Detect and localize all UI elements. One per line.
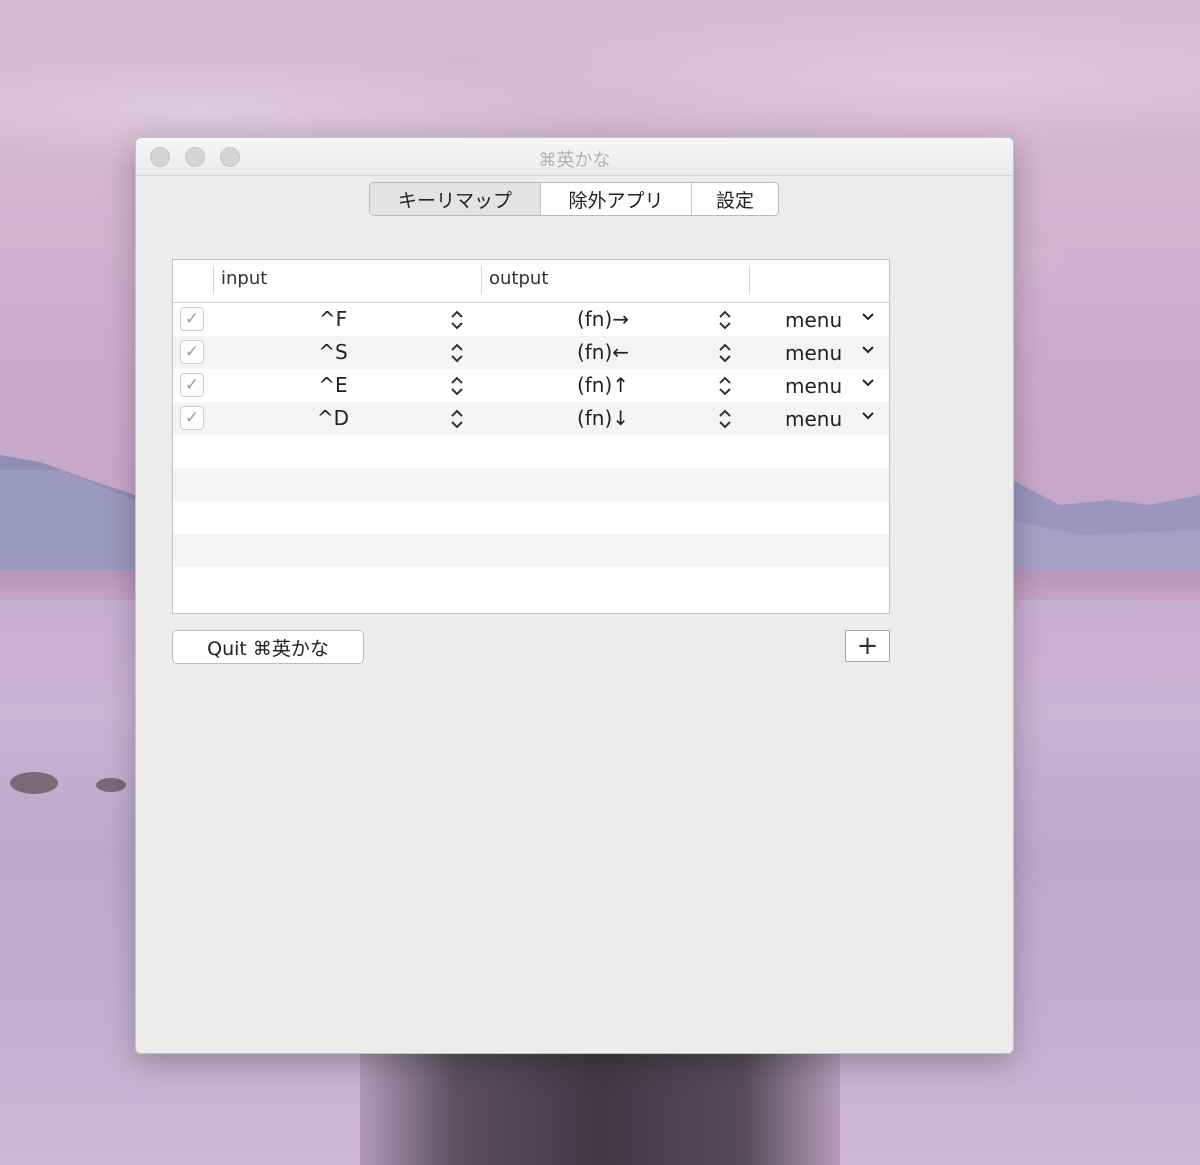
- wallpaper-rock: [96, 778, 126, 792]
- tab-excluded-apps[interactable]: 除外アプリ: [541, 183, 692, 215]
- add-row-button[interactable]: +: [845, 630, 890, 662]
- input-key: ^D: [316, 406, 350, 430]
- table-row: ✓ ^D (fn)↓ menu: [173, 402, 889, 435]
- enable-checkbox[interactable]: ✓: [180, 307, 204, 331]
- output-stepper-icon[interactable]: [718, 340, 732, 366]
- output-stepper-icon[interactable]: [718, 307, 732, 333]
- remap-table: input output ✓ ^F (fn)→ menu ✓ ^S (fn)← …: [172, 259, 890, 614]
- input-stepper-icon[interactable]: [450, 340, 464, 366]
- input-key: ^F: [318, 307, 348, 331]
- output-stepper-icon[interactable]: [718, 373, 732, 399]
- plus-icon: +: [856, 631, 879, 661]
- column-divider: [213, 266, 214, 294]
- empty-row: [173, 435, 889, 468]
- output-stepper-icon[interactable]: [718, 406, 732, 432]
- table-row: ✓ ^F (fn)→ menu: [173, 303, 889, 336]
- enable-checkbox[interactable]: ✓: [180, 406, 204, 430]
- empty-row: [173, 501, 889, 534]
- menu-popup-label[interactable]: menu: [785, 374, 842, 398]
- table-row: ✓ ^E (fn)↑ menu: [173, 369, 889, 402]
- checkmark-icon: ✓: [184, 375, 200, 395]
- column-divider: [481, 266, 482, 294]
- menu-popup-label[interactable]: menu: [785, 341, 842, 365]
- table-row: ✓ ^S (fn)← menu: [173, 336, 889, 369]
- input-stepper-icon[interactable]: [450, 373, 464, 399]
- enable-checkbox[interactable]: ✓: [180, 340, 204, 364]
- wallpaper-rock: [10, 772, 58, 794]
- column-divider: [749, 266, 750, 294]
- chevron-down-icon[interactable]: [861, 344, 875, 356]
- window-title: ⌘英かな: [538, 150, 611, 171]
- tab-key-remap[interactable]: キーリマップ: [370, 183, 541, 215]
- title-bar[interactable]: ⌘英かな: [136, 138, 1013, 176]
- table-header: input output: [173, 260, 889, 303]
- checkmark-icon: ✓: [184, 309, 200, 329]
- chevron-down-icon[interactable]: [861, 311, 875, 323]
- empty-row: [173, 567, 889, 600]
- input-stepper-icon[interactable]: [450, 406, 464, 432]
- empty-row: [173, 534, 889, 567]
- input-key: ^E: [318, 373, 348, 397]
- output-key: (fn)↑: [576, 373, 630, 397]
- input-stepper-icon[interactable]: [450, 307, 464, 333]
- quit-button[interactable]: Quit ⌘英かな: [172, 630, 364, 664]
- tab-settings[interactable]: 設定: [692, 183, 778, 215]
- app-window: ⌘英かな キーリマップ 除外アプリ 設定 input output ✓ ^F (…: [135, 137, 1014, 1054]
- checkmark-icon: ✓: [184, 342, 200, 362]
- checkmark-icon: ✓: [184, 408, 200, 428]
- menu-popup-label[interactable]: menu: [785, 308, 842, 332]
- output-key: (fn)↓: [576, 406, 630, 430]
- column-header-input[interactable]: input: [221, 268, 267, 289]
- tab-control: キーリマップ 除外アプリ 設定: [369, 182, 779, 216]
- empty-row: [173, 468, 889, 501]
- wallpaper-reflection: [360, 1052, 840, 1165]
- output-key: (fn)→: [576, 307, 630, 331]
- chevron-down-icon[interactable]: [861, 377, 875, 389]
- menu-popup-label[interactable]: menu: [785, 407, 842, 431]
- column-header-output[interactable]: output: [489, 268, 548, 289]
- output-key: (fn)←: [576, 340, 630, 364]
- enable-checkbox[interactable]: ✓: [180, 373, 204, 397]
- chevron-down-icon[interactable]: [861, 410, 875, 422]
- input-key: ^S: [318, 340, 348, 364]
